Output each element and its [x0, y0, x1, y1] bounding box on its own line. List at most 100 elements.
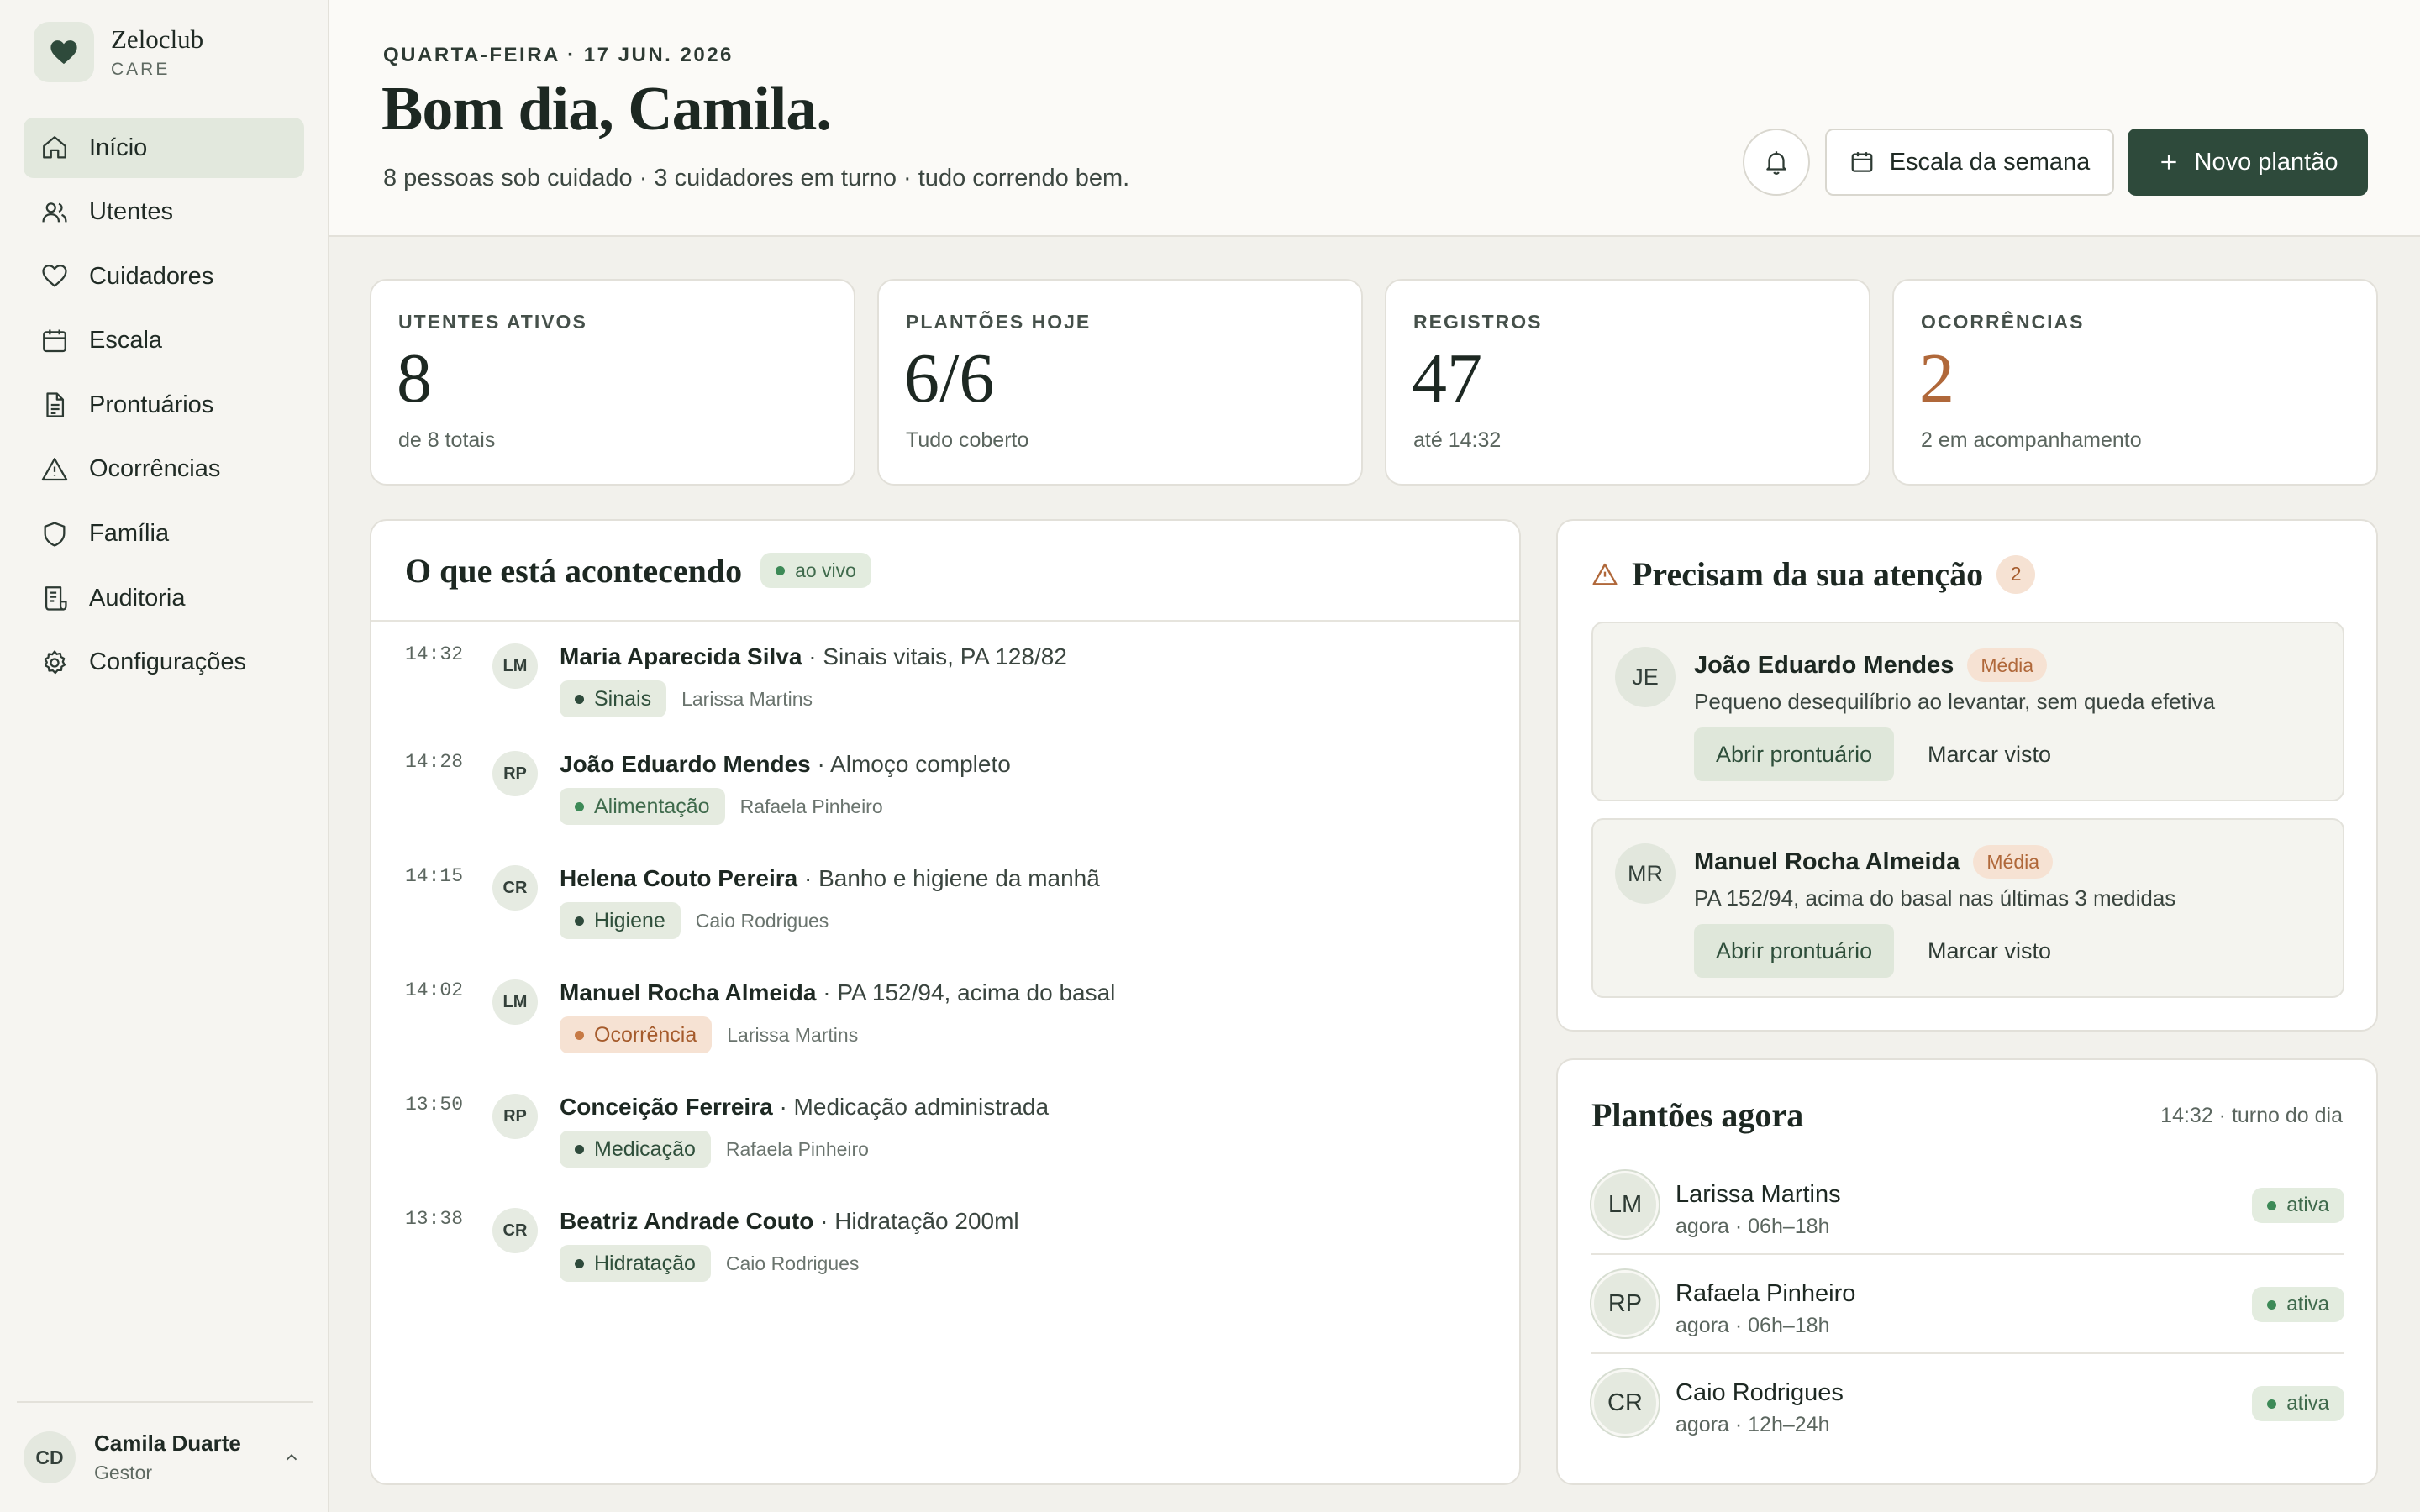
- nav-label: Cuidadores: [89, 262, 214, 290]
- feed-patient-name[interactable]: Manuel Rocha Almeida: [560, 979, 816, 1005]
- caregiver-name: Caio Rodrigues: [695, 909, 829, 932]
- brand-name: Zeloclub: [111, 24, 204, 55]
- bell-icon: [1766, 151, 1786, 175]
- sidebar: Zeloclub CARE Início Utentes Cuidadores …: [0, 0, 329, 1512]
- feed-text: Conceição Ferreira · Medicação administr…: [560, 1094, 1049, 1121]
- calendar-icon: [1851, 152, 1873, 172]
- open-record-button[interactable]: Abrir prontuário: [1694, 924, 1895, 978]
- feed-time: 13:50: [405, 1094, 464, 1116]
- nav-item-escala[interactable]: Escala: [24, 311, 304, 371]
- stat-note: de 8 totais: [398, 428, 496, 452]
- user-name: Camila Duarte: [94, 1431, 241, 1456]
- severity-badge: Média: [1967, 648, 2048, 682]
- feed-item[interactable]: 14:28 RP João Eduardo Mendes · Almoço co…: [371, 729, 1519, 843]
- nav-item-utentes[interactable]: Utentes: [24, 182, 304, 243]
- feed-item[interactable]: 14:15 CR Helena Couto Pereira · Banho e …: [371, 843, 1519, 958]
- feed-patient-name[interactable]: Beatriz Andrade Couto: [560, 1208, 813, 1234]
- caregiver-name: Larissa Martins: [1676, 1181, 1841, 1208]
- nav-label: Configurações: [89, 648, 246, 676]
- page-header: QUARTA-FEIRA · 17 JUN. 2026 Bom dia, Cam…: [329, 0, 2420, 237]
- shield-icon: [44, 521, 66, 547]
- brand-subtitle: CARE: [111, 59, 171, 79]
- category-tag: Hidratação: [560, 1245, 711, 1282]
- open-record-button[interactable]: Abrir prontuário: [1694, 727, 1895, 781]
- avatar: RP: [1591, 1270, 1659, 1337]
- avatar: LM: [1591, 1171, 1659, 1238]
- nav-item-ocorrencias[interactable]: Ocorrências: [24, 439, 304, 500]
- nav-item-inicio[interactable]: Início: [24, 118, 304, 178]
- dot-icon: [2267, 1399, 2277, 1409]
- nav-item-auditoria[interactable]: Auditoria: [24, 568, 304, 628]
- attention-name-row: João Eduardo Mendes Média: [1694, 648, 2048, 682]
- user-menu[interactable]: CD Camila Duarte Gestor: [17, 1401, 313, 1512]
- stat-card-utentes[interactable]: UTENTES ATIVOS 8 de 8 totais: [370, 279, 855, 486]
- feed-item[interactable]: 13:38 CR Beatriz Andrade Couto · Hidrata…: [371, 1186, 1519, 1300]
- nav-label: Prontuários: [89, 391, 214, 418]
- stat-card-plantoes[interactable]: PLANTÕES HOJE 6/6 Tudo coberto: [877, 279, 1363, 486]
- nav-item-prontuarios[interactable]: Prontuários: [24, 375, 304, 435]
- activity-feed: O que está acontecendo ao vivo 14:32 LM …: [370, 519, 1521, 1485]
- feed-time: 14:32: [405, 643, 464, 665]
- status-badge: ativa: [2252, 1287, 2344, 1322]
- attention-card: MR Manuel Rocha Almeida Média PA 152/94,…: [1591, 818, 2344, 998]
- feed-item[interactable]: 14:32 LM Maria Aparecida Silva · Sinais …: [371, 622, 1519, 736]
- feed-text: Maria Aparecida Silva · Sinais vitais, P…: [560, 643, 1067, 670]
- feed-text: João Eduardo Mendes · Almoço completo: [560, 751, 1011, 778]
- feed-patient-name[interactable]: Conceição Ferreira: [560, 1094, 773, 1120]
- live-label: ao vivo: [795, 559, 856, 581]
- week-schedule-button[interactable]: Escala da semana: [1825, 129, 2114, 196]
- feed-patient-name[interactable]: Helena Couto Pereira: [560, 865, 797, 891]
- stat-label: UTENTES ATIVOS: [398, 311, 587, 333]
- users-icon: [42, 202, 67, 223]
- alert-triangle-icon: [41, 458, 68, 481]
- brand[interactable]: Zeloclub CARE: [34, 22, 203, 82]
- caregiver-name: Rafaela Pinheiro: [739, 795, 883, 817]
- attention-description: PA 152/94, acima do basal nas últimas 3 …: [1694, 885, 2176, 911]
- category-tag: Medicação: [560, 1131, 711, 1168]
- home-icon: [43, 136, 66, 159]
- mark-seen-button[interactable]: Marcar visto: [1928, 924, 2051, 978]
- category-tag: Ocorrência: [560, 1016, 713, 1053]
- feed-action: · Hidratação 200ml: [813, 1208, 1019, 1234]
- stat-card-registros[interactable]: REGISTROS 47 até 14:32: [1385, 279, 1870, 486]
- dot-icon: [575, 1258, 584, 1268]
- feed-action: · PA 152/94, acima do basal: [816, 979, 1116, 1005]
- feed-patient-name[interactable]: João Eduardo Mendes: [560, 751, 811, 777]
- avatar: RP: [492, 1094, 538, 1139]
- caregiver-name: Caio Rodrigues: [1676, 1379, 1844, 1406]
- patient-name[interactable]: Manuel Rocha Almeida: [1694, 848, 1960, 876]
- chevron-up-icon[interactable]: [282, 1448, 301, 1467]
- shift-row[interactable]: RP Rafaela Pinheiro agora · 06h–18h ativ…: [1591, 1255, 2344, 1354]
- new-shift-button[interactable]: Novo plantão: [2128, 129, 2368, 196]
- notifications-button[interactable]: [1743, 129, 1810, 196]
- feed-item[interactable]: 14:02 LM Manuel Rocha Almeida · PA 152/9…: [371, 958, 1519, 1072]
- feed-item[interactable]: 13:50 RP Conceição Ferreira · Medicação …: [371, 1072, 1519, 1186]
- stat-card-ocorrencias[interactable]: OCORRÊNCIAS 2 2 em acompanhamento: [1892, 279, 2378, 486]
- status-label: ativa: [2286, 1293, 2329, 1315]
- nav-item-cuidadores[interactable]: Cuidadores: [24, 246, 304, 307]
- caregiver-name: Larissa Martins: [727, 1023, 859, 1046]
- tag-label: Hidratação: [594, 1251, 696, 1275]
- stat-note: 2 em acompanhamento: [1921, 428, 2142, 452]
- feed-title: O que está acontecendo: [405, 551, 743, 590]
- feed-patient-name[interactable]: Maria Aparecida Silva: [560, 643, 802, 669]
- page-title: Bom dia, Camila.: [381, 75, 832, 144]
- severity-badge: Média: [1973, 845, 2054, 879]
- shift-row[interactable]: LM Larissa Martins agora · 06h–18h ativa: [1591, 1156, 2344, 1255]
- tag-label: Ocorrência: [594, 1022, 697, 1047]
- mark-seen-button[interactable]: Marcar visto: [1928, 727, 2051, 781]
- feed-action: · Sinais vitais, PA 128/82: [802, 643, 1067, 669]
- main-nav: Início Utentes Cuidadores Escala Prontuá…: [24, 118, 304, 696]
- nav-item-familia[interactable]: Família: [24, 504, 304, 564]
- shift-row[interactable]: CR Caio Rodrigues agora · 12h–24h ativa: [1591, 1354, 2344, 1453]
- patient-name[interactable]: João Eduardo Mendes: [1694, 652, 1954, 680]
- feed-text: Manuel Rocha Almeida · PA 152/94, acima …: [560, 979, 1115, 1006]
- calendar-icon: [43, 329, 66, 352]
- category-tag: Alimentação: [560, 788, 725, 825]
- page-summary: 8 pessoas sob cuidado · 3 cuidadores em …: [383, 165, 1130, 192]
- nav-item-configuracoes[interactable]: Configurações: [24, 633, 304, 693]
- caregiver-name: Caio Rodrigues: [725, 1252, 860, 1274]
- stat-value: 2: [1919, 339, 1954, 417]
- status-badge: ativa: [2252, 1386, 2344, 1421]
- shifts-panel: Plantões agora 14:32 · turno do dia LM L…: [1556, 1058, 2378, 1485]
